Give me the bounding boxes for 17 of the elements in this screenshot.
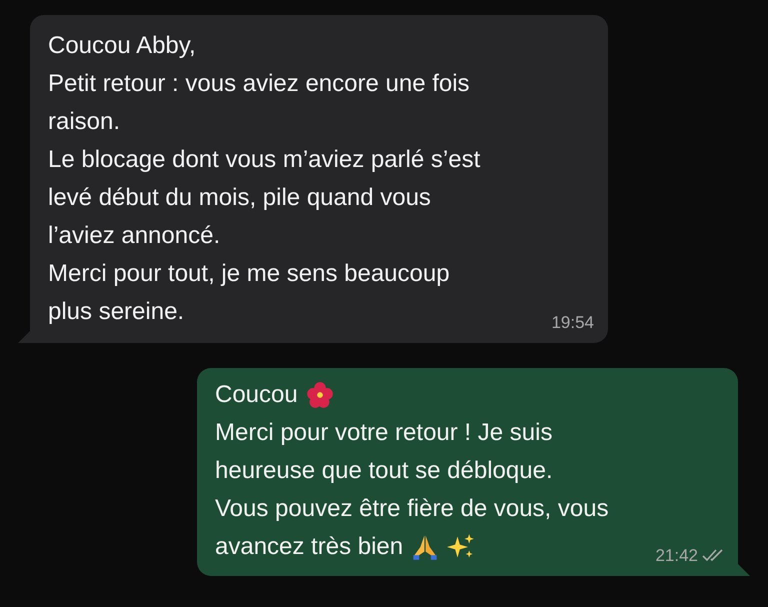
message-text: Coucou Abby, (48, 31, 196, 61)
flower-icon (306, 381, 334, 409)
message-text: Merci pour votre retour ! Je suis (215, 418, 552, 448)
message-text: Coucou (215, 380, 298, 410)
message-time: 21:42 (655, 544, 698, 566)
message-text: Le blocage dont vous m’aviez parlé s’est (48, 145, 480, 175)
message-text: levé début du mois, pile quand vous (48, 183, 431, 213)
message-text: Petit retour : vous aviez encore une fois (48, 69, 470, 99)
message-text: raison. (48, 107, 120, 137)
message-text: Vous pouvez être fière de vous, vous (215, 494, 609, 524)
praying-hands-icon (411, 533, 440, 561)
message-text: l’aviez annoncé. (48, 221, 220, 251)
message-text: heureuse que tout se débloque. (215, 456, 553, 486)
message-text: Merci pour tout, je me sens beaucoup (48, 259, 450, 289)
message-text: avancez très bien (215, 532, 404, 562)
message-time: 19:54 (551, 312, 594, 334)
message-text: plus sereine. (48, 297, 184, 327)
